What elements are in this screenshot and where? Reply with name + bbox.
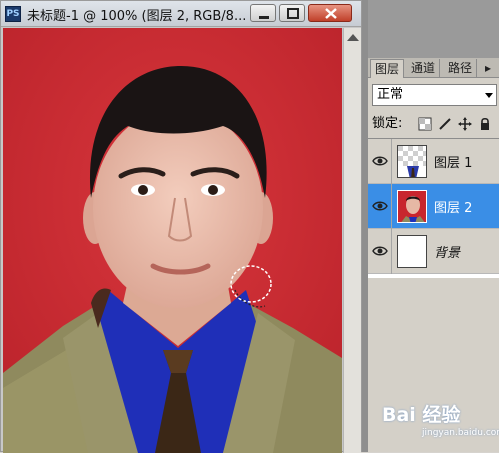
visibility-toggle[interactable] bbox=[368, 229, 392, 274]
document-titlebar[interactable]: PS 未标题-1 @ 100% (图层 2, RGB/8... bbox=[1, 1, 361, 27]
layer-row-layer2[interactable]: 图层 2 bbox=[368, 184, 499, 229]
blend-mode-value: 正常 bbox=[377, 87, 404, 102]
layer-name: 图层 2 bbox=[434, 201, 473, 216]
panel-dock-area bbox=[368, 0, 499, 58]
scroll-up-arrow-icon[interactable] bbox=[347, 34, 359, 41]
tab-channels[interactable]: 通道 bbox=[407, 59, 441, 78]
lock-move-icon[interactable] bbox=[458, 117, 472, 131]
minimize-button[interactable] bbox=[250, 4, 276, 22]
blend-mode-select[interactable]: 正常 bbox=[372, 84, 497, 106]
portrait-photo bbox=[3, 28, 342, 453]
close-icon bbox=[325, 8, 337, 19]
chevron-down-icon bbox=[485, 93, 493, 98]
eye-icon bbox=[372, 201, 388, 211]
layer-name: 背景 bbox=[434, 246, 461, 261]
document-title: 未标题-1 @ 100% (图层 2, RGB/8... bbox=[27, 9, 247, 24]
tab-layers[interactable]: 图层 bbox=[370, 59, 405, 78]
lock-row: 锁定: bbox=[372, 114, 497, 134]
document-window: PS 未标题-1 @ 100% (图层 2, RGB/8... bbox=[0, 0, 362, 453]
eye-icon bbox=[372, 246, 388, 256]
panel-menu-button[interactable]: ▸ bbox=[481, 59, 495, 78]
visibility-toggle[interactable] bbox=[368, 139, 392, 184]
lock-transparent-icon[interactable] bbox=[418, 117, 432, 131]
layer-thumbnail bbox=[397, 190, 427, 223]
baidu-jingyan-watermark: Bai 经验 jingyan.baidu.com bbox=[368, 398, 499, 448]
portrait-red-thumbnail bbox=[398, 191, 426, 222]
layers-list: 图层 1 图层 2 背景 bbox=[368, 138, 499, 278]
maximize-icon bbox=[287, 8, 299, 19]
watermark-brand: Bai 经验 bbox=[382, 404, 461, 426]
minimize-icon bbox=[259, 16, 269, 19]
visibility-toggle[interactable] bbox=[368, 184, 392, 229]
photoshop-app-icon: PS bbox=[5, 6, 21, 22]
layer-thumbnail bbox=[397, 235, 427, 268]
tab-paths[interactable]: 路径 bbox=[444, 59, 478, 78]
image-canvas[interactable] bbox=[3, 28, 342, 453]
layers-panel: 图层 通道 路径 ▸ 正常 锁定: 图层 1 图层 2 背景 bbox=[368, 0, 499, 452]
checkerboard-tie-thumbnail bbox=[398, 146, 426, 177]
panel-tabs: 图层 通道 路径 ▸ bbox=[368, 58, 499, 78]
close-button[interactable] bbox=[308, 4, 352, 22]
layer-name: 图层 1 bbox=[434, 156, 473, 171]
eye-icon bbox=[372, 156, 388, 166]
lock-all-icon[interactable] bbox=[478, 117, 492, 131]
watermark-url: jingyan.baidu.com bbox=[422, 428, 499, 438]
maximize-button[interactable] bbox=[279, 4, 305, 22]
layer-thumbnail bbox=[397, 145, 427, 178]
lock-brush-icon[interactable] bbox=[438, 117, 452, 131]
layer-row-background[interactable]: 背景 bbox=[368, 229, 499, 274]
vertical-scrollbar[interactable] bbox=[343, 28, 361, 453]
lock-label: 锁定: bbox=[372, 116, 403, 131]
layer-row-layer1[interactable]: 图层 1 bbox=[368, 139, 499, 184]
